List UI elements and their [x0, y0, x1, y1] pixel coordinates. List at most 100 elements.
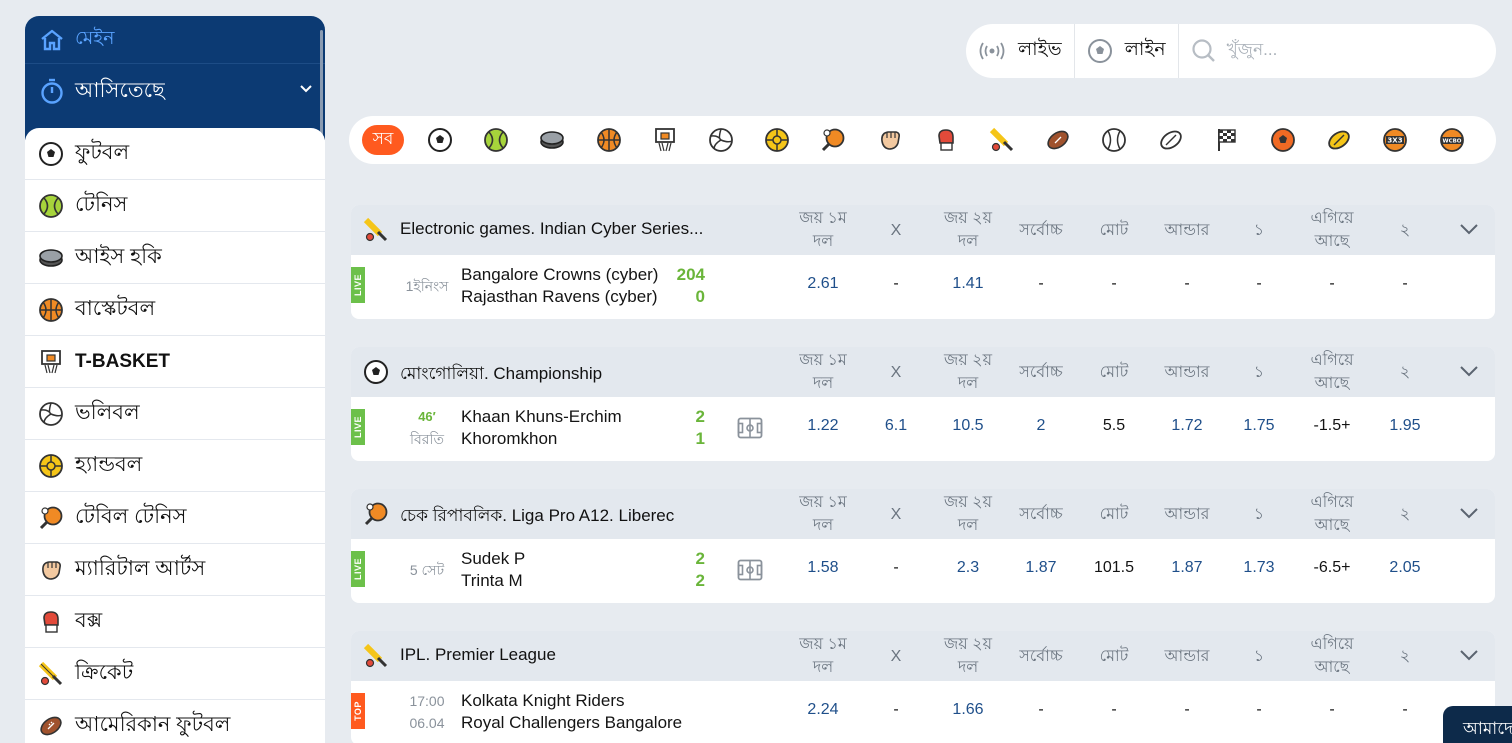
chevron-down-icon[interactable] — [1459, 507, 1479, 519]
odd-cell[interactable]: 1.73 — [1243, 559, 1274, 577]
team1-name: Bangalore Crowns (cyber) — [461, 265, 659, 284]
filter-baseball-button[interactable] — [1101, 127, 1127, 153]
column-header-label: মোট — [1099, 363, 1129, 381]
league-header[interactable]: Electronic games. Indian Cyber Series...… — [351, 205, 1495, 255]
sidebar-item-basketball[interactable]: বাস্কেটবল — [25, 284, 325, 336]
filter-all-button[interactable]: সব — [362, 125, 404, 155]
sidebar-item-label: টেবিল টেনিস — [75, 505, 187, 528]
sidebar-item-martial-arts[interactable]: ম্যারিটাল আর্টস — [25, 544, 325, 596]
league-header[interactable]: মোংগোলিয়া. Championship জয় ১ম দল X জয় ২য… — [351, 347, 1495, 397]
odd-cell[interactable]: 1.66 — [952, 701, 983, 719]
live-broadcast-icon — [979, 42, 1005, 60]
column-header-label: ১ — [1253, 505, 1265, 523]
odd-cell[interactable]: 1.22 — [807, 417, 838, 435]
match-status-time: 46′ — [418, 409, 436, 424]
match-row[interactable]: LIVE 46′ বিরতি Khaan Khuns-Erchim Khoromk… — [351, 397, 1495, 461]
odd-cell[interactable]: 2 — [1037, 417, 1046, 435]
filter-ice-hockey-button[interactable] — [539, 127, 565, 153]
badge-label: LIVE — [353, 557, 364, 581]
column-header: এগিয়ে আছে — [1310, 489, 1353, 539]
chevron-down-icon[interactable] — [1459, 365, 1479, 377]
sidebar-item-handball[interactable]: হ্যান্ডবল — [25, 440, 325, 492]
odd-cell[interactable]: 1.95 — [1389, 417, 1420, 435]
filter-motorsport-button[interactable] — [1214, 127, 1240, 153]
chevron-down-icon[interactable] — [1459, 649, 1479, 661]
chevron-down-icon[interactable] — [299, 84, 313, 94]
line-button[interactable]: লাইন — [1075, 24, 1179, 78]
sidebar-item-main[interactable]: মেইন — [25, 16, 325, 64]
filter-american-football-button[interactable] — [1045, 127, 1071, 153]
odd-cell: - — [893, 559, 899, 576]
odd-cell[interactable]: 2.24 — [807, 701, 838, 719]
match-teams[interactable]: Sudek P Trinta M — [461, 548, 525, 592]
sidebar-item-table-tennis[interactable]: টেবিল টেনিস — [25, 492, 325, 544]
chat-widget[interactable]: আমাদে — [1443, 706, 1512, 743]
column-header: আন্ডার — [1165, 205, 1210, 255]
column-header-label: সর্বোচ্চ — [1019, 647, 1063, 665]
match-row[interactable]: TOP 17:00 06.04 Kolkata Knight Riders Roy… — [351, 681, 1495, 743]
sidebar-item-cricket[interactable]: ক্রিকেট — [25, 648, 325, 700]
filter-futsal-button[interactable] — [1270, 127, 1296, 153]
odd-cell[interactable]: 10.5 — [952, 417, 983, 435]
filter-handball-button[interactable] — [764, 127, 790, 153]
match-row[interactable]: LIVE 5 সেট Sudek P Trinta M 2 2 1.58 - 2.3… — [351, 539, 1495, 603]
filter-wcbo-button[interactable]: WCBO — [1439, 127, 1465, 153]
sidebar-item-football[interactable]: ফুটবল — [25, 128, 325, 180]
cricket-icon — [37, 660, 65, 688]
odd-cell[interactable]: 2.05 — [1389, 559, 1420, 577]
odd-cell[interactable]: 1.75 — [1243, 417, 1274, 435]
sidebar-item-volleyball[interactable]: ভলিবল — [25, 388, 325, 440]
column-header: জয় ১ম দল — [799, 205, 846, 255]
search-placeholder: খুঁজুন... — [1226, 40, 1278, 59]
filter-aussie-rules-button[interactable] — [1326, 127, 1352, 153]
filter-cricket-button[interactable] — [989, 127, 1015, 153]
odd-cell[interactable]: 1.87 — [1171, 559, 1202, 577]
odd-cell[interactable]: 1.58 — [807, 559, 838, 577]
sidebar-item-boxing[interactable]: বক্স — [25, 596, 325, 648]
filter-martial-arts-button[interactable] — [877, 127, 903, 153]
odd-cell[interactable]: 5.5 — [1103, 417, 1125, 435]
odd-cell[interactable]: 1.72 — [1171, 417, 1202, 435]
live-button[interactable]: লাইভ — [966, 24, 1075, 78]
match-row[interactable]: LIVE 1ইনিংস Bangalore Crowns (cyber) Raj… — [351, 255, 1495, 319]
odd-cell[interactable]: 2.61 — [807, 275, 838, 293]
chevron-down-icon[interactable] — [1459, 223, 1479, 235]
filter-basketball-button[interactable] — [596, 127, 622, 153]
column-header: জয় ২য় দল — [944, 347, 992, 397]
odd-cell: - — [1038, 701, 1044, 718]
field-stats-icon[interactable] — [737, 417, 763, 439]
league-header[interactable]: IPL. Premier League জয় ১ম দল X জয় ২য় দল সর… — [351, 631, 1495, 681]
match-teams[interactable]: Khaan Khuns-Erchim Khoromkhon — [461, 406, 622, 450]
match-teams[interactable]: Kolkata Knight Riders Royal Challengers … — [461, 690, 682, 734]
column-header-label: আছে — [1314, 659, 1350, 676]
column-header: জয় ২য় দল — [944, 489, 992, 539]
sidebar-item-t-basket[interactable]: T-BASKET — [25, 336, 325, 388]
odd-cell[interactable]: 1.87 — [1025, 559, 1056, 577]
sidebar-item-ice-hockey[interactable]: আইস হকি — [25, 232, 325, 284]
filter-football-button[interactable] — [427, 127, 453, 153]
odd-cell[interactable]: 1.41 — [952, 275, 983, 293]
search-input[interactable]: খুঁজুন... — [1179, 37, 1278, 65]
league-header[interactable]: চেক রিপাবলিক. Liga Pro A12. Liberec জয় … — [351, 489, 1495, 539]
sidebar-item-tennis[interactable]: টেনিস — [25, 180, 325, 232]
odd-cell: - — [1329, 701, 1335, 718]
match-teams[interactable]: Bangalore Crowns (cyber) Rajasthan Raven… — [461, 264, 658, 308]
filter-rugby-button[interactable] — [1158, 127, 1184, 153]
odd-cell[interactable]: -6.5+ — [1314, 559, 1351, 577]
filter-tennis-button[interactable] — [483, 127, 509, 153]
odd-cell[interactable]: 101.5 — [1094, 559, 1134, 577]
filter-t-basket-button[interactable] — [652, 127, 678, 153]
odd-cell[interactable]: 2.3 — [957, 559, 979, 577]
filter-boxing-button[interactable] — [933, 127, 959, 153]
column-header-label: মোট — [1099, 505, 1129, 523]
odd-cell[interactable]: -1.5+ — [1314, 417, 1351, 435]
filter-volleyball-button[interactable] — [708, 127, 734, 153]
filter-table-tennis-button[interactable] — [820, 127, 846, 153]
filter-3x3-basketball-button[interactable]: 3X3 — [1382, 127, 1408, 153]
sidebar-item-american-football[interactable]: আমেরিকান ফুটবল — [25, 700, 325, 743]
odd-cell[interactable]: 6.1 — [885, 417, 907, 435]
volleyball-icon — [709, 128, 733, 152]
sidebar-item-upcoming[interactable]: আসিতেছে — [25, 64, 325, 118]
american-football-icon — [1047, 130, 1069, 150]
field-stats-icon[interactable] — [737, 559, 763, 581]
